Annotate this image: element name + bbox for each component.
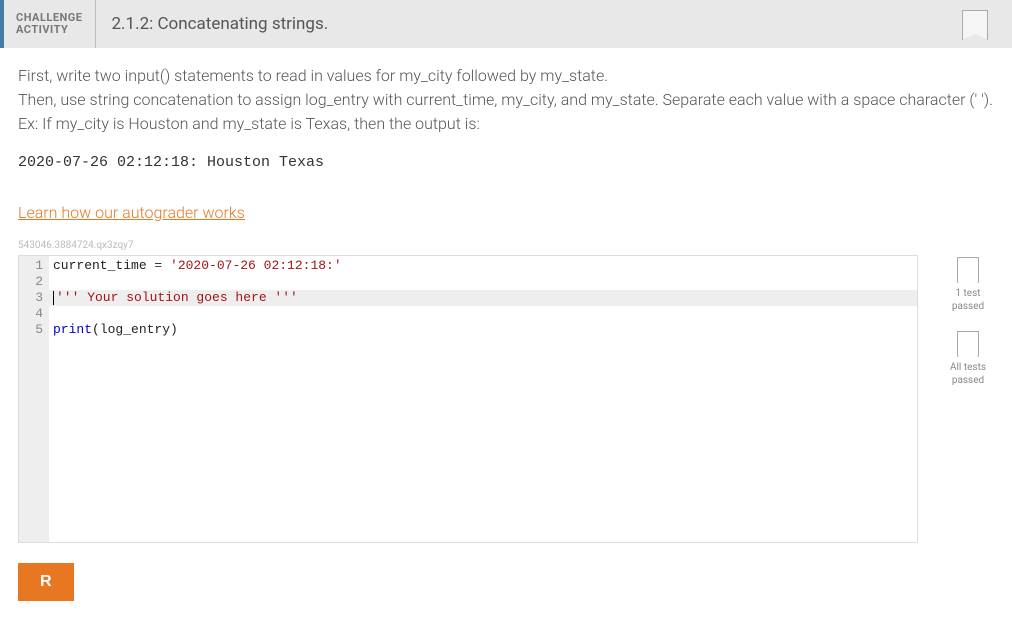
content-area: First, write two input() statements to r…	[0, 48, 1012, 617]
status-text: 1 test passed	[942, 287, 994, 313]
challenge-label-2: ACTIVITY	[16, 24, 83, 36]
status-column: 1 test passed All tests passed	[918, 255, 994, 405]
hash-id: 543046.3884724.qx3zqy7	[18, 240, 994, 251]
instructions: First, write two input() statements to r…	[18, 64, 994, 136]
line-number: 2	[29, 274, 43, 290]
code-line[interactable]	[49, 274, 917, 290]
instruction-line: Ex: If my_city is Houston and my_state i…	[18, 112, 994, 136]
line-gutter: 1 2 3 4 5	[19, 256, 49, 542]
challenge-label-box: CHALLENGE ACTIVITY	[4, 0, 96, 48]
code-line-active[interactable]: ''' Your solution goes here '''	[49, 290, 917, 306]
code-line[interactable]: print(log_entry)	[49, 322, 917, 338]
line-number: 5	[29, 322, 43, 338]
code-line[interactable]	[49, 306, 917, 322]
code-line[interactable]: current_time = '2020-07-26 02:12:18:'	[49, 258, 917, 274]
challenge-title: 2.1.2: Concatenating strings.	[96, 0, 345, 48]
instruction-line: First, write two input() statements to r…	[18, 64, 994, 88]
editor-row: 1 2 3 4 5 current_time = '2020-07-26 02:…	[18, 255, 994, 543]
run-button[interactable]: R	[18, 563, 74, 601]
status-one-test: 1 test passed	[942, 257, 994, 313]
status-text: All tests passed	[942, 361, 994, 387]
code-body[interactable]: current_time = '2020-07-26 02:12:18:' ''…	[49, 256, 917, 542]
line-number: 1	[29, 258, 43, 274]
badge-icon	[957, 331, 979, 357]
autograder-link[interactable]: Learn how our autograder works	[18, 203, 245, 222]
instruction-line: Then, use string concatenation to assign…	[18, 88, 994, 112]
status-all-tests: All tests passed	[942, 331, 994, 387]
line-number: 3	[29, 290, 43, 306]
line-number: 4	[29, 306, 43, 322]
challenge-header: CHALLENGE ACTIVITY 2.1.2: Concatenating …	[0, 0, 1012, 48]
text-cursor	[53, 291, 54, 305]
example-output: 2020-07-26 02:12:18: Houston Texas	[18, 154, 994, 171]
code-editor[interactable]: 1 2 3 4 5 current_time = '2020-07-26 02:…	[18, 255, 918, 543]
badge-icon	[957, 257, 979, 283]
bookmark-icon[interactable]	[962, 10, 988, 40]
